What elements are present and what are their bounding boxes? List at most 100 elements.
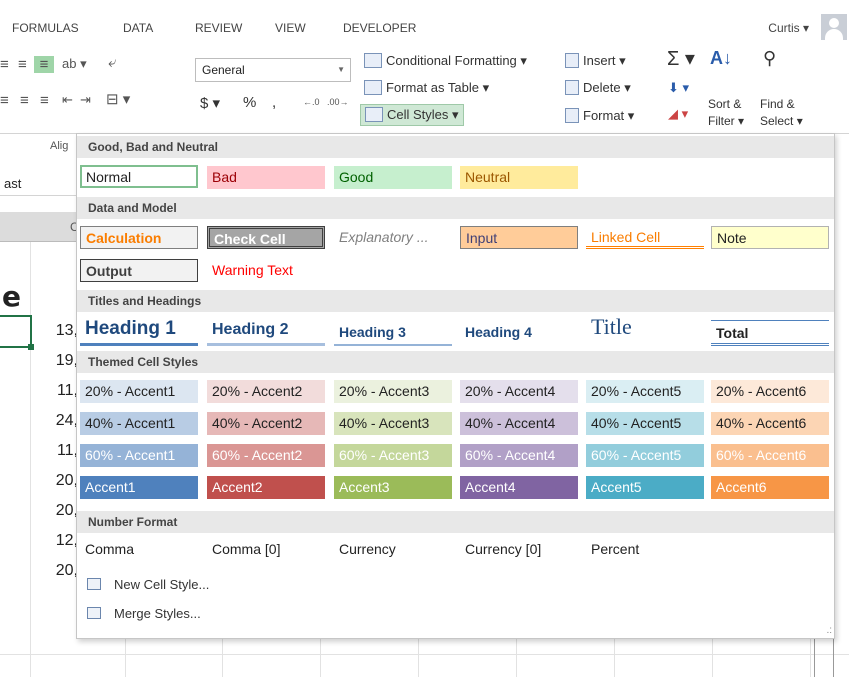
user-avatar-icon[interactable] bbox=[821, 14, 847, 40]
merge-styles-menu-item[interactable]: Merge Styles... bbox=[87, 606, 201, 621]
style-good[interactable]: Good bbox=[334, 166, 452, 189]
align-top-icon[interactable]: ≡ bbox=[0, 56, 9, 73]
style-60-accent6[interactable]: 60% - Accent6 bbox=[711, 444, 829, 467]
new-cell-style-menu-item[interactable]: New Cell Style... bbox=[87, 577, 209, 592]
cell-value[interactable]: 11, bbox=[48, 442, 78, 472]
style-accent2[interactable]: Accent2 bbox=[207, 476, 325, 499]
style-linked-cell[interactable]: Linked Cell bbox=[586, 226, 704, 249]
style-neutral[interactable]: Neutral bbox=[460, 166, 578, 189]
style-heading-1[interactable]: Heading 1 bbox=[80, 316, 198, 346]
style-60-accent4[interactable]: 60% - Accent4 bbox=[460, 444, 578, 467]
style-currency-0[interactable]: Currency [0] bbox=[460, 538, 578, 561]
merge-styles-label: Merge Styles... bbox=[114, 606, 201, 621]
clear-icon[interactable]: ◢ ▾ bbox=[668, 106, 688, 122]
autosum-icon[interactable]: Σ ▾ bbox=[667, 46, 695, 71]
style-note[interactable]: Note bbox=[711, 226, 829, 249]
style-percent[interactable]: Percent bbox=[586, 538, 704, 561]
align-center-icon[interactable]: ≡ bbox=[20, 92, 29, 109]
conditional-formatting-button[interactable]: Conditional Formatting ▾ bbox=[364, 53, 527, 69]
cell-value[interactable]: 20, bbox=[48, 562, 78, 592]
style-heading-2[interactable]: Heading 2 bbox=[207, 318, 325, 346]
style-explanatory[interactable]: Explanatory ... bbox=[334, 226, 452, 249]
user-name[interactable]: Curtis ▾ bbox=[768, 21, 809, 35]
tab-formulas[interactable]: FORMULAS bbox=[12, 21, 79, 35]
style-heading-3[interactable]: Heading 3 bbox=[334, 320, 452, 346]
align-middle-icon[interactable]: ≡ bbox=[18, 56, 27, 73]
cell-value[interactable]: 24, bbox=[48, 412, 78, 442]
tab-view[interactable]: VIEW bbox=[275, 21, 306, 35]
decrease-decimal-icon[interactable]: .00→ bbox=[327, 97, 349, 107]
percent-button[interactable]: % bbox=[243, 94, 256, 111]
format-as-table-button[interactable]: Format as Table ▾ bbox=[364, 80, 489, 96]
style-heading-4[interactable]: Heading 4 bbox=[460, 320, 578, 346]
increase-indent-icon[interactable]: ⇥ bbox=[80, 92, 91, 108]
style-20-accent6[interactable]: 20% - Accent6 bbox=[711, 380, 829, 403]
style-20-accent5[interactable]: 20% - Accent5 bbox=[586, 380, 704, 403]
style-calculation[interactable]: Calculation bbox=[80, 226, 198, 249]
find-binoculars-icon[interactable]: ⚲ bbox=[763, 48, 776, 69]
delete-button[interactable]: Delete ▾ bbox=[565, 80, 631, 96]
style-40-accent3[interactable]: 40% - Accent3 bbox=[334, 412, 452, 435]
style-60-accent5[interactable]: 60% - Accent5 bbox=[586, 444, 704, 467]
cell-value[interactable]: 19, bbox=[48, 352, 78, 382]
style-40-accent4[interactable]: 40% - Accent4 bbox=[460, 412, 578, 435]
orientation-icon[interactable]: ab ▾ bbox=[62, 56, 87, 72]
tab-developer[interactable]: DEVELOPER bbox=[343, 21, 416, 35]
style-output[interactable]: Output bbox=[80, 259, 198, 282]
style-comma[interactable]: Comma bbox=[80, 538, 198, 561]
style-60-accent3[interactable]: 60% - Accent3 bbox=[334, 444, 452, 467]
cell-value[interactable]: 13, bbox=[48, 322, 78, 352]
style-accent6[interactable]: Accent6 bbox=[711, 476, 829, 499]
style-warning-text[interactable]: Warning Text bbox=[207, 259, 325, 282]
align-bottom-icon[interactable]: ≡ bbox=[34, 56, 54, 73]
style-bad[interactable]: Bad bbox=[207, 166, 325, 189]
name-box[interactable]: ast bbox=[0, 160, 76, 196]
cell-value[interactable]: 20, bbox=[48, 472, 78, 502]
style-title[interactable]: Title bbox=[586, 314, 704, 344]
style-normal[interactable]: Normal bbox=[80, 165, 198, 188]
column-header[interactable] bbox=[0, 212, 76, 242]
style-40-accent6[interactable]: 40% - Accent6 bbox=[711, 412, 829, 435]
style-input[interactable]: Input bbox=[460, 226, 578, 249]
style-60-accent1[interactable]: 60% - Accent1 bbox=[80, 444, 198, 467]
fill-icon[interactable]: ⬇ ▾ bbox=[668, 80, 689, 96]
cell-value[interactable]: 11, bbox=[48, 382, 78, 412]
number-format-select[interactable]: General ▼ bbox=[195, 58, 351, 82]
wrap-text-icon[interactable]: ⤶ bbox=[108, 54, 116, 71]
decrease-indent-icon[interactable]: ⇤ bbox=[62, 92, 73, 108]
tab-data[interactable]: DATA bbox=[123, 21, 153, 35]
style-40-accent2[interactable]: 40% - Accent2 bbox=[207, 412, 325, 435]
style-accent1[interactable]: Accent1 bbox=[80, 476, 198, 499]
fill-handle[interactable] bbox=[28, 344, 34, 350]
insert-button[interactable]: Insert ▾ bbox=[565, 53, 626, 69]
style-currency[interactable]: Currency bbox=[334, 538, 452, 561]
sort-filter-button[interactable]: Sort & Filter ▾ bbox=[708, 96, 744, 130]
style-comma-0[interactable]: Comma [0] bbox=[207, 538, 325, 561]
resize-grip-icon[interactable]: .: bbox=[826, 625, 832, 636]
format-button[interactable]: Format ▾ bbox=[565, 108, 634, 124]
comma-button[interactable]: , bbox=[272, 94, 276, 111]
style-40-accent1[interactable]: 40% - Accent1 bbox=[80, 412, 198, 435]
style-accent3[interactable]: Accent3 bbox=[334, 476, 452, 499]
style-accent5[interactable]: Accent5 bbox=[586, 476, 704, 499]
cell-styles-button[interactable]: Cell Styles ▾ bbox=[360, 104, 464, 126]
cell-value[interactable]: 20, bbox=[48, 502, 78, 532]
cell-value[interactable]: 12, bbox=[48, 532, 78, 562]
style-20-accent3[interactable]: 20% - Accent3 bbox=[334, 380, 452, 403]
increase-decimal-icon[interactable]: ←.0 bbox=[303, 97, 320, 107]
currency-button[interactable]: $ ▾ bbox=[200, 94, 220, 112]
style-20-accent2[interactable]: 20% - Accent2 bbox=[207, 380, 325, 403]
find-select-button[interactable]: Find & Select ▾ bbox=[760, 96, 803, 130]
style-accent4[interactable]: Accent4 bbox=[460, 476, 578, 499]
style-20-accent4[interactable]: 20% - Accent4 bbox=[460, 380, 578, 403]
style-total[interactable]: Total bbox=[711, 320, 829, 346]
style-check-cell[interactable]: Check Cell bbox=[207, 226, 325, 249]
align-right-icon[interactable]: ≡ bbox=[40, 92, 49, 109]
style-40-accent5[interactable]: 40% - Accent5 bbox=[586, 412, 704, 435]
style-20-accent1[interactable]: 20% - Accent1 bbox=[80, 380, 198, 403]
align-left-icon[interactable]: ≡ bbox=[0, 92, 9, 109]
style-60-accent2[interactable]: 60% - Accent2 bbox=[207, 444, 325, 467]
tab-review[interactable]: REVIEW bbox=[195, 21, 242, 35]
merge-center-icon[interactable]: ⊟ ▾ bbox=[106, 90, 130, 108]
sort-filter-icon[interactable]: A↓ bbox=[710, 48, 732, 69]
